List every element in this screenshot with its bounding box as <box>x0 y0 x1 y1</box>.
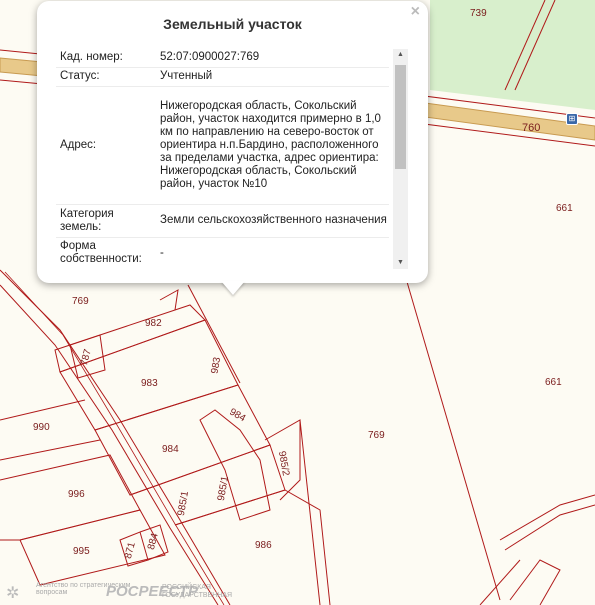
map-footer: ✲ Агентство по стратегическим вопросам РО… <box>0 581 260 605</box>
parcel-label: 996 <box>68 489 85 500</box>
popup-body[interactable]: Кад. номер: 52:07:0900027:769 Статус: Уч… <box>56 49 408 269</box>
table-row: Кад. номер: 52:07:0900027:769 <box>56 49 389 68</box>
railway <box>4 271 225 605</box>
parcel-boundary <box>199 409 271 521</box>
parcel-label: 769 <box>368 430 385 441</box>
attr-key: Форма собственности: <box>56 237 158 269</box>
parcel-boundary <box>159 289 179 311</box>
scroll-down-icon[interactable]: ▼ <box>393 257 408 269</box>
parcel-label: 986 <box>255 540 272 551</box>
table-row: Адрес: Нижегородская область, Сокольский… <box>56 86 389 205</box>
attr-key: Статус: <box>56 67 158 87</box>
attr-value: 52:07:0900027:769 <box>158 49 389 68</box>
parcel-label: 769 <box>72 296 89 307</box>
attr-value: Учтенный <box>158 67 389 87</box>
table-row: Статус: Учтенный <box>56 67 389 87</box>
scroll-thumb[interactable] <box>395 65 406 169</box>
parcel-boundary <box>504 504 595 551</box>
parcel-boundary <box>54 304 206 373</box>
attr-value: Нижегородская область, Сокольский район,… <box>158 86 389 205</box>
popup-scrollbar[interactable]: ▲ ▼ <box>393 49 408 269</box>
rosreestr-text: РОССИЙСКАЯ ГОСУДАРСТВЕННАЯ <box>162 584 233 599</box>
parcel-label: 739 <box>470 8 487 19</box>
attribute-table: Кад. номер: 52:07:0900027:769 Статус: Уч… <box>56 49 389 269</box>
railway <box>0 269 231 605</box>
attr-key: Категория земель: <box>56 204 158 238</box>
parcel-info-popup: Земельный участок × Кад. номер: 52:07:09… <box>37 1 428 283</box>
parcel-label: 990 <box>33 422 50 433</box>
parcel-label: 984 <box>162 444 179 455</box>
table-row: Форма собственности: - <box>56 237 389 269</box>
forest-area <box>430 0 595 110</box>
attr-key: Адрес: <box>56 86 158 205</box>
close-icon[interactable]: × <box>411 3 420 21</box>
railway <box>0 284 219 605</box>
popup-pointer <box>221 281 245 295</box>
parcel-label: 983 <box>141 378 158 389</box>
parcel-boundary <box>19 509 166 586</box>
parcel-boundary <box>0 439 101 461</box>
parcel-label: 995 <box>73 546 90 557</box>
scroll-up-icon[interactable]: ▲ <box>393 49 408 61</box>
attr-value: Земли сельскохозяйственного назначения <box>158 204 389 238</box>
agency-logo-icon: ✲ <box>6 585 20 602</box>
parcel-boundary <box>404 274 501 601</box>
popup-title: Земельный участок <box>163 16 302 32</box>
parcel-boundary <box>299 419 321 605</box>
attr-key: Кад. номер: <box>56 49 158 68</box>
parcel-boundary <box>0 399 86 421</box>
road-number: 760 <box>522 122 541 134</box>
attr-value: - <box>158 237 389 269</box>
parcel-label: 661 <box>545 377 562 388</box>
parcel-label: 982 <box>145 318 162 329</box>
parcel-label: 661 <box>556 203 573 214</box>
road-shield-icon: ⊞ <box>566 113 578 125</box>
parcel-boundary <box>499 494 595 541</box>
table-row: Категория земель: Земли сельскохозяйстве… <box>56 204 389 238</box>
parcel-boundary <box>509 559 561 605</box>
parcel-boundary <box>94 384 271 496</box>
